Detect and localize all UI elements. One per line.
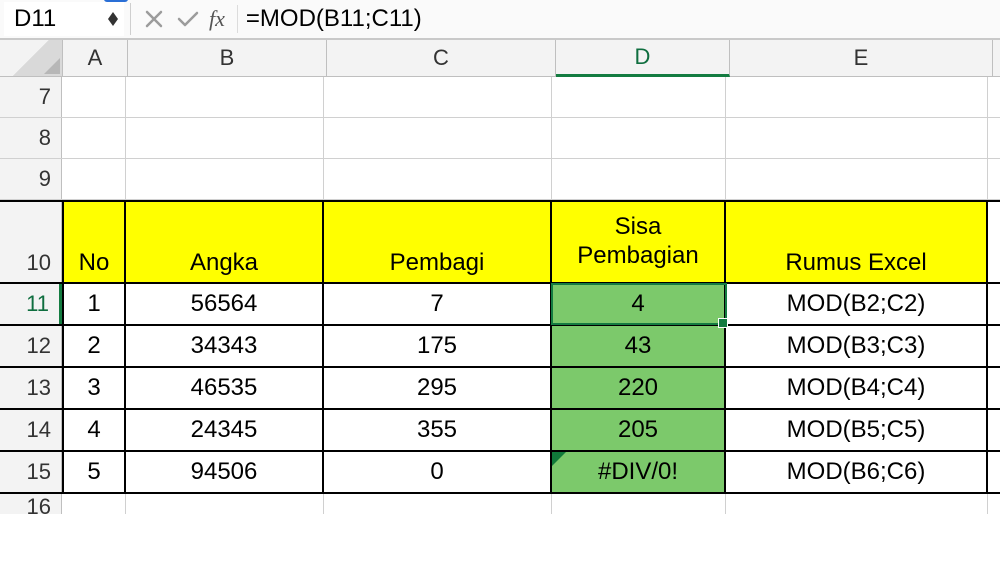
- cell[interactable]: [324, 494, 552, 514]
- select-all-icon: [44, 58, 60, 74]
- confirm-formula-button[interactable]: [171, 2, 205, 36]
- row-7: 7: [0, 77, 1000, 118]
- col-header-E[interactable]: E: [730, 40, 993, 76]
- divider: [130, 3, 131, 35]
- cell-angka[interactable]: 34343: [126, 326, 324, 366]
- cell-no[interactable]: 3: [62, 368, 126, 408]
- cell[interactable]: [552, 77, 726, 117]
- cell[interactable]: [126, 118, 324, 158]
- cell-pembagi[interactable]: 355: [324, 410, 552, 450]
- cell-rumus[interactable]: MOD(B2;C2): [726, 284, 988, 324]
- divider: [237, 5, 238, 33]
- cell[interactable]: [726, 118, 988, 158]
- chevron-up-icon: [108, 12, 118, 19]
- spreadsheet-grid[interactable]: A B C D E 7 8 9: [0, 40, 1000, 514]
- cell[interactable]: [62, 118, 126, 158]
- select-all-corner[interactable]: [0, 40, 63, 76]
- cell[interactable]: [126, 77, 324, 117]
- header-sisa-line1: Sisa: [615, 213, 662, 242]
- cell-rumus[interactable]: MOD(B5;C5): [726, 410, 988, 450]
- row-header[interactable]: 11: [0, 284, 62, 324]
- cell[interactable]: [324, 77, 552, 117]
- cell[interactable]: [552, 159, 726, 199]
- cell-pembagi[interactable]: 7: [324, 284, 552, 324]
- chevron-down-icon: [108, 19, 118, 26]
- cell[interactable]: [126, 159, 324, 199]
- header-rumus[interactable]: Rumus Excel: [726, 202, 988, 282]
- cell-angka[interactable]: 24345: [126, 410, 324, 450]
- row-header[interactable]: 7: [0, 77, 62, 117]
- fx-label[interactable]: fx: [205, 6, 229, 32]
- col-header-A[interactable]: A: [63, 40, 128, 76]
- cell[interactable]: [62, 494, 126, 514]
- row-15: 15 5 94506 0 #DIV/0! MOD(B6;C6): [0, 452, 1000, 494]
- row-11: 11 1 56564 7 4 MOD(B2;C2): [0, 284, 1000, 326]
- header-sisa[interactable]: Sisa Pembagian: [552, 202, 726, 282]
- row-header[interactable]: 12: [0, 326, 62, 366]
- header-angka[interactable]: Angka: [126, 202, 324, 282]
- cell[interactable]: [324, 118, 552, 158]
- row-16: 16: [0, 494, 1000, 514]
- header-no[interactable]: No: [62, 202, 126, 282]
- cell-sisa[interactable]: 205: [552, 410, 726, 450]
- cell[interactable]: [726, 159, 988, 199]
- cell-no[interactable]: 2: [62, 326, 126, 366]
- cell-angka[interactable]: 94506: [126, 452, 324, 492]
- column-header-row: A B C D E: [0, 40, 1000, 77]
- cell[interactable]: [324, 159, 552, 199]
- cell-sisa[interactable]: 43: [552, 326, 726, 366]
- cell-pembagi[interactable]: 0: [324, 452, 552, 492]
- name-box[interactable]: D11: [4, 2, 124, 36]
- cell-sisa-selected[interactable]: 4: [552, 284, 726, 324]
- row-header[interactable]: 10: [0, 202, 62, 282]
- row-13: 13 3 46535 295 220 MOD(B4;C4): [0, 368, 1000, 410]
- row-9: 9: [0, 159, 1000, 200]
- row-14: 14 4 24345 355 205 MOD(B5;C5): [0, 410, 1000, 452]
- fill-handle[interactable]: [718, 318, 728, 328]
- header-sisa-line2: Pembagian: [577, 242, 698, 271]
- cell-pembagi[interactable]: 175: [324, 326, 552, 366]
- cell[interactable]: [126, 494, 324, 514]
- col-header-D[interactable]: D: [556, 40, 730, 77]
- row-12: 12 2 34343 175 43 MOD(B3;C3): [0, 326, 1000, 368]
- cell-no[interactable]: 5: [62, 452, 126, 492]
- row-header[interactable]: 15: [0, 452, 62, 492]
- cell-no[interactable]: 4: [62, 410, 126, 450]
- name-box-stepper[interactable]: [108, 12, 118, 26]
- cell-reference: D11: [14, 5, 56, 33]
- check-icon: [177, 10, 199, 28]
- ribbon-accent: [104, 0, 128, 2]
- cell[interactable]: [62, 77, 126, 117]
- cell-pembagi[interactable]: 295: [324, 368, 552, 408]
- cell-sisa[interactable]: 220: [552, 368, 726, 408]
- row-header[interactable]: 14: [0, 410, 62, 450]
- grid-rows: 7 8 9 10 No Angka Pemba: [0, 77, 1000, 514]
- col-header-B[interactable]: B: [128, 40, 327, 76]
- row-header[interactable]: 16: [0, 494, 62, 514]
- row-header[interactable]: 9: [0, 159, 62, 199]
- cell-rumus[interactable]: MOD(B6;C6): [726, 452, 988, 492]
- cell[interactable]: [726, 77, 988, 117]
- cell[interactable]: [62, 159, 126, 199]
- cell-no[interactable]: 1: [62, 284, 126, 324]
- col-header-C[interactable]: C: [327, 40, 556, 76]
- cell[interactable]: [552, 494, 726, 514]
- cell-value: 4: [631, 290, 644, 318]
- cell-sisa-error[interactable]: #DIV/0!: [552, 452, 726, 492]
- cancel-formula-button[interactable]: [137, 2, 171, 36]
- formula-bar: D11 fx =MOD(B11;C11): [0, 0, 1000, 40]
- row-header[interactable]: 8: [0, 118, 62, 158]
- close-icon: [145, 10, 163, 28]
- cell-rumus[interactable]: MOD(B4;C4): [726, 368, 988, 408]
- formula-input[interactable]: =MOD(B11;C11): [246, 5, 1000, 33]
- cell-angka[interactable]: 46535: [126, 368, 324, 408]
- cell[interactable]: [552, 118, 726, 158]
- cell[interactable]: [726, 494, 988, 514]
- header-pembagi[interactable]: Pembagi: [324, 202, 552, 282]
- row-header[interactable]: 13: [0, 368, 62, 408]
- cell-rumus[interactable]: MOD(B3;C3): [726, 326, 988, 366]
- row-8: 8: [0, 118, 1000, 159]
- cell-angka[interactable]: 56564: [126, 284, 324, 324]
- row-10: 10 No Angka Pembagi Sisa Pembagian Rumus…: [0, 200, 1000, 284]
